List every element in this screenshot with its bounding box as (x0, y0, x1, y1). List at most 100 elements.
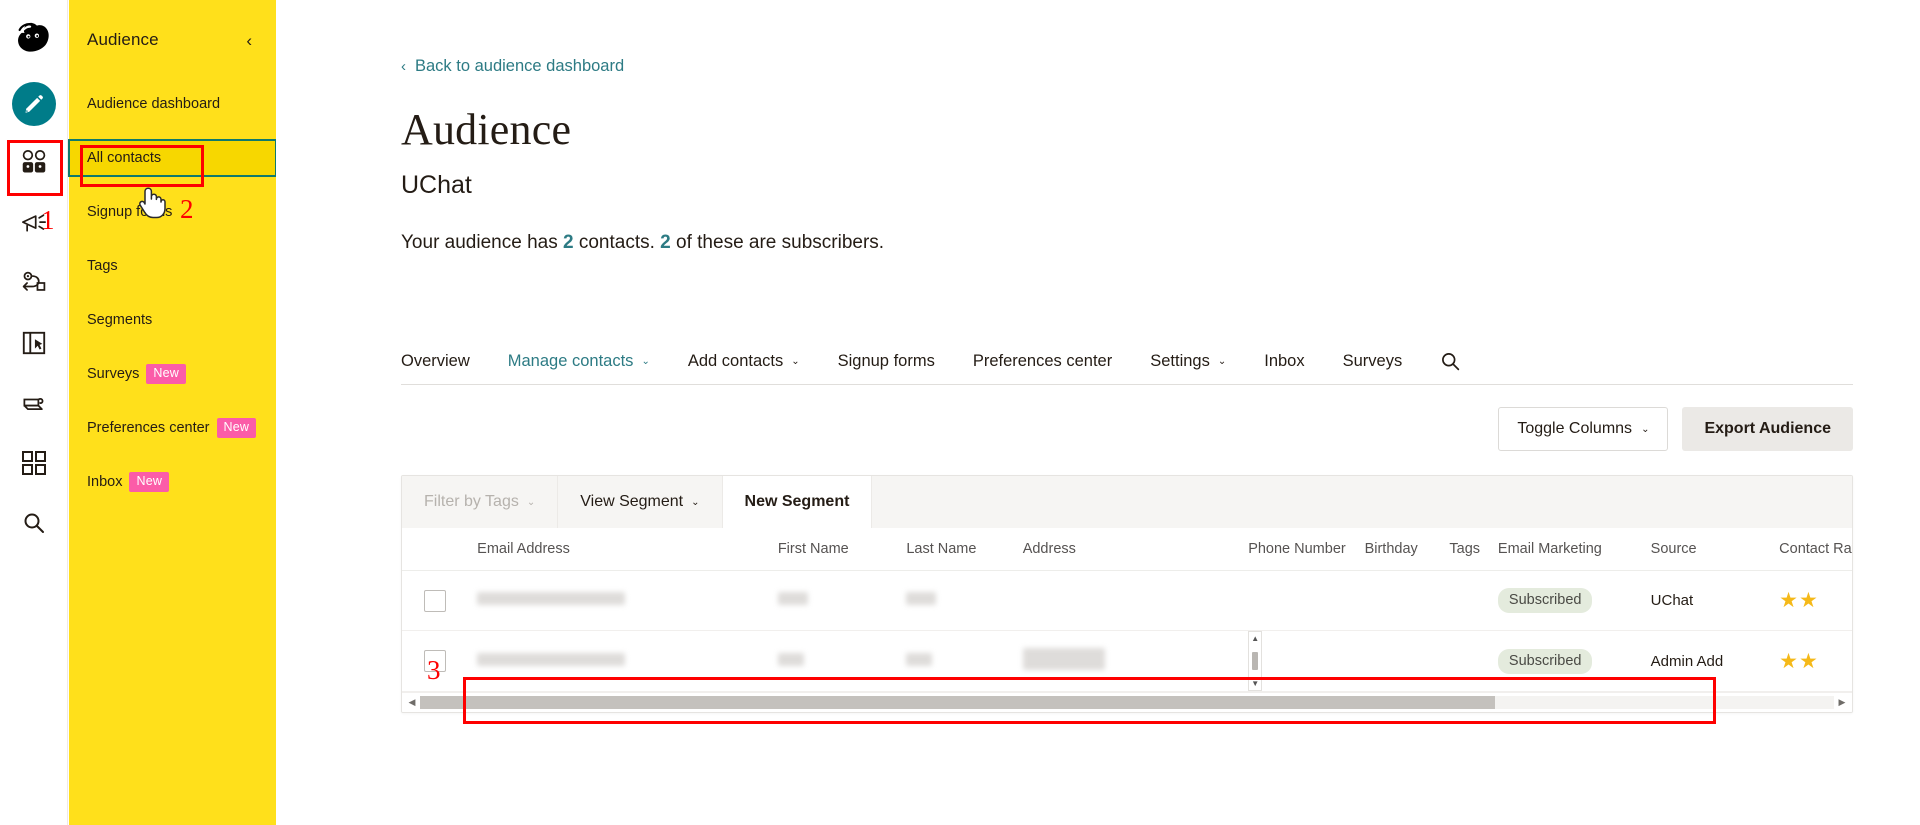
sidebar-item-inbox[interactable]: Inbox New (69, 464, 276, 500)
tab-add-contacts[interactable]: Add contacts ⌄ (669, 338, 819, 385)
tab-signup-forms[interactable]: Signup forms (819, 338, 954, 385)
column-phone-number[interactable]: Phone Number (1248, 528, 1365, 571)
column-last-name[interactable]: Last Name (906, 528, 1023, 571)
chevron-down-icon: ⌄ (526, 497, 536, 508)
sidebar-item-label: Preferences center (87, 420, 210, 436)
new-segment-button[interactable]: New Segment (722, 476, 873, 528)
tab-settings[interactable]: Settings ⌄ (1131, 338, 1245, 385)
rating-stars: ★★ (1779, 649, 1819, 673)
toggle-columns-button[interactable]: Toggle Columns ⌄ (1498, 407, 1669, 451)
scrollbar-track[interactable] (420, 696, 1834, 709)
status-badge: Subscribed (1497, 648, 1593, 674)
contacts-table-wrapper: Email Address First Name Last Name Addre… (402, 528, 1852, 692)
compose-icon[interactable] (11, 82, 56, 126)
sidebar-header: Audience ‹ (69, 0, 276, 50)
redacted-value (477, 592, 626, 605)
column-email-address[interactable]: Email Address (477, 528, 778, 571)
back-to-audience-dashboard-link[interactable]: ‹ Back to audience dashboard (401, 57, 624, 76)
cell-birthday (1364, 630, 1450, 692)
integrations-icon[interactable] (12, 444, 56, 482)
toggle-columns-label: Toggle Columns (1517, 420, 1633, 437)
sidebar-item-all-contacts[interactable]: All contacts (68, 139, 277, 177)
chevron-down-icon: ⌄ (1217, 356, 1227, 367)
new-badge: New (146, 364, 186, 384)
sidebar-item-signup-forms[interactable]: Signup forms (69, 194, 276, 230)
content-icon[interactable] (12, 384, 56, 422)
sidebar-item-audience-dashboard[interactable]: Audience dashboard (69, 86, 276, 122)
sidebar-item-segments[interactable]: Segments (69, 302, 276, 338)
view-segment-dropdown[interactable]: View Segment ⌄ (558, 476, 723, 528)
column-address[interactable]: Address (1022, 528, 1249, 571)
cell-first-name (777, 630, 907, 692)
search-icon[interactable] (12, 504, 56, 542)
column-birthday[interactable]: Birthday (1364, 528, 1450, 571)
column-contact-rating[interactable]: Contact Rating (1779, 528, 1852, 571)
horizontal-scrollbar[interactable]: ◀ ▶ (402, 692, 1852, 712)
page-title: Audience (401, 105, 572, 154)
tab-search-icon[interactable] (1421, 351, 1480, 372)
tab-label: Preferences center (972, 351, 1113, 370)
audience-tabs: Overview Manage contacts ⌄ Add contacts … (401, 338, 1853, 385)
cell-source: UChat (1650, 570, 1780, 631)
rating-stars: ★★ (1779, 589, 1819, 612)
redacted-value (777, 652, 804, 666)
automations-icon[interactable] (12, 264, 56, 302)
row-checkbox[interactable] (424, 650, 446, 672)
stats-suffix: of these are subscribers. (670, 232, 885, 253)
campaigns-icon[interactable] (12, 204, 56, 242)
column-source[interactable]: Source (1650, 528, 1780, 571)
chevron-left-icon: ‹ (401, 58, 406, 75)
tab-label: Settings (1150, 351, 1210, 370)
mailchimp-audience-page: Audience ‹ Audience dashboard All contac… (0, 0, 1920, 825)
cell-scrollbar[interactable]: ▲ ▼ (1248, 631, 1263, 691)
tab-manage-contacts[interactable]: Manage contacts ⌄ (489, 338, 669, 385)
scroll-up-arrow[interactable]: ▲ (1251, 634, 1259, 643)
tab-label: Manage contacts (507, 351, 634, 370)
redacted-value (777, 592, 808, 605)
filter-by-tags-dropdown[interactable]: Filter by Tags ⌄ (402, 476, 559, 528)
cell-contact-rating: ★★ (1779, 570, 1852, 631)
column-tags[interactable]: Tags (1449, 528, 1498, 571)
column-email-marketing[interactable]: Email Marketing (1497, 528, 1651, 571)
scroll-thumb[interactable] (1252, 652, 1259, 670)
row-checkbox-cell (402, 570, 478, 631)
view-segment-label: View Segment (580, 493, 684, 510)
scroll-down-arrow[interactable]: ▼ (1251, 679, 1259, 688)
sidebar-item-label: Surveys (87, 366, 140, 382)
sidebar-item-preferences-center[interactable]: Preferences center New (69, 410, 276, 446)
cell-tags (1449, 630, 1498, 692)
table-header-row: Email Address First Name Last Name Addre… (402, 528, 1852, 571)
table-row[interactable]: ▲ ▼ Subscribed Admin Add ★★ (402, 630, 1852, 692)
cell-address (1022, 570, 1249, 631)
cell-birthday (1364, 570, 1450, 631)
back-link-label: Back to audience dashboard (415, 57, 625, 75)
column-first-name[interactable]: First Name (777, 528, 907, 571)
sidebar-item-tags[interactable]: Tags (69, 248, 276, 284)
collapse-sidebar-icon[interactable]: ‹ (246, 32, 252, 49)
tab-inbox[interactable]: Inbox (1245, 338, 1323, 385)
audience-sidebar: Audience ‹ Audience dashboard All contac… (68, 0, 277, 825)
new-badge: New (129, 472, 170, 492)
tab-label: Overview (401, 351, 470, 370)
export-audience-button[interactable]: Export Audience (1682, 407, 1853, 451)
sidebar-title: Audience (87, 30, 159, 49)
cell-phone-number (1248, 570, 1365, 631)
table-row[interactable]: Subscribed UChat ★★ (402, 570, 1852, 631)
scroll-left-arrow[interactable]: ◀ (404, 697, 420, 708)
audience-stats: Your audience has 2 contacts. 2 of these… (401, 232, 1920, 254)
sidebar-item-label: Signup forms (87, 204, 173, 220)
sidebar-item-surveys[interactable]: Surveys New (69, 356, 276, 392)
website-icon[interactable] (12, 324, 56, 362)
cell-last-name (906, 630, 1023, 692)
cell-email-address (477, 570, 778, 631)
chevron-down-icon: ⌄ (691, 497, 700, 508)
redacted-value (477, 652, 626, 666)
mailchimp-logo[interactable] (6, 12, 62, 68)
tab-overview[interactable]: Overview (401, 338, 489, 385)
audience-icon[interactable] (12, 144, 56, 182)
scroll-right-arrow[interactable]: ▶ (1834, 697, 1850, 708)
tab-surveys[interactable]: Surveys (1324, 338, 1422, 385)
scrollbar-thumb[interactable] (420, 696, 1495, 709)
tab-preferences-center[interactable]: Preferences center (954, 338, 1131, 385)
row-checkbox[interactable] (424, 589, 446, 612)
